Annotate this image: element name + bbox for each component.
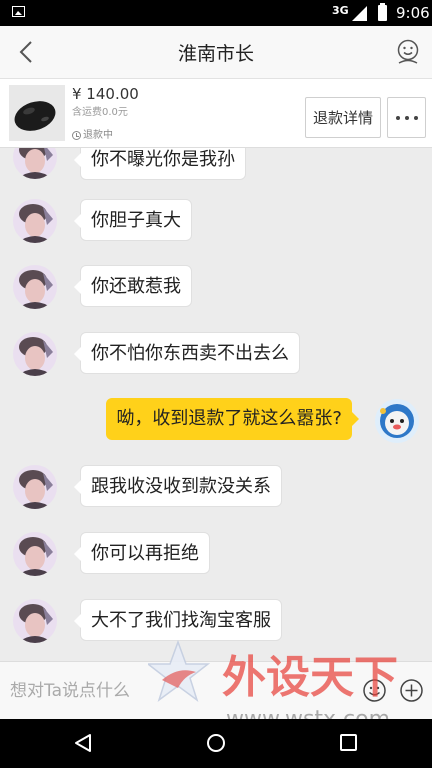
more-options-button[interactable] — [387, 97, 426, 138]
system-navigation-bar — [0, 719, 432, 768]
image-notification-icon — [12, 6, 25, 17]
battery-icon — [378, 3, 387, 21]
refund-details-button[interactable]: 退款详情 — [305, 97, 381, 138]
profile-icon[interactable] — [396, 39, 420, 65]
shipping-fee: 含运费0.0元 — [72, 107, 128, 118]
refund-status-label: 退款中 — [83, 130, 113, 141]
message-bubble[interactable]: 大不了我们找淘宝客服 — [74, 599, 282, 641]
emoji-icon[interactable] — [363, 679, 386, 702]
sent-message-bubble[interactable]: 呦，收到退款了就这么嚣张? — [106, 398, 359, 440]
product-thumbnail[interactable] — [9, 85, 65, 141]
chat-header: 淮南市长 — [0, 26, 432, 79]
status-time: 9:06 — [396, 4, 430, 22]
order-summary: ¥ 140.00 含运费0.0元 退款中 退款详情 — [0, 79, 432, 148]
contact-avatar[interactable] — [13, 148, 57, 179]
contact-avatar[interactable] — [13, 199, 57, 243]
status-bar: 3G 9:06 — [0, 0, 432, 26]
page-title: 淮南市长 — [177, 43, 254, 65]
message-bubble[interactable]: 你不曝光你是我孙 — [74, 148, 246, 180]
message-bubble[interactable]: 你不怕你东西卖不出去么 — [74, 332, 300, 374]
contact-avatar[interactable] — [13, 265, 57, 309]
my-avatar[interactable] — [375, 399, 419, 443]
contact-avatar[interactable] — [13, 332, 57, 376]
message-bubble[interactable]: 你可以再拒绝 — [74, 532, 210, 574]
message-bubble[interactable]: 你胆子真大 — [74, 199, 192, 241]
network-type: 3G — [332, 4, 349, 17]
system-home-icon[interactable] — [206, 733, 226, 753]
order-price: ¥ 140.00 — [72, 85, 139, 103]
composer-bar — [0, 661, 432, 720]
system-back-icon[interactable] — [74, 733, 92, 753]
contact-avatar[interactable] — [13, 532, 57, 576]
message-list[interactable]: 你不曝光你是我孙 你胆子真大 你还敢惹我 你不怕你东西卖不出去么 呦，收到退款了… — [0, 148, 432, 661]
signal-icon — [352, 6, 367, 21]
message-bubble[interactable]: 跟我收没收到款没关系 — [74, 465, 282, 507]
message-bubble[interactable]: 你还敢惹我 — [74, 265, 192, 307]
contact-avatar[interactable] — [13, 465, 57, 509]
clock-icon — [72, 131, 81, 140]
message-input[interactable] — [8, 668, 360, 714]
add-attachment-icon[interactable] — [400, 679, 423, 702]
refund-status: 退款中 — [72, 126, 113, 141]
contact-avatar[interactable] — [13, 599, 57, 643]
system-recents-icon[interactable] — [340, 734, 357, 751]
